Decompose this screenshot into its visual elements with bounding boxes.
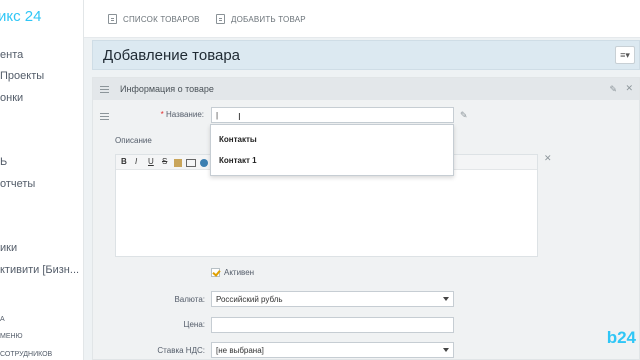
sidebar-small-employees[interactable]: СОТРУДНИКОВ xyxy=(0,351,52,358)
top-bar: СПИСОК ТОВАРОВ ДОБАВИТЬ ТОВАР xyxy=(84,0,640,38)
active-checkbox[interactable] xyxy=(211,268,220,277)
sidebar-item-feed[interactable]: ента xyxy=(0,49,23,61)
price-input[interactable] xyxy=(211,317,454,333)
drag-handle-icon[interactable] xyxy=(100,86,109,95)
paste-icon[interactable] xyxy=(174,159,182,167)
text-cursor-icon: I xyxy=(238,112,241,123)
left-sidebar: икс 24 ента Проекты онки Ь отчеты ики кт… xyxy=(0,0,84,360)
chevron-down-icon xyxy=(443,348,449,352)
page-header: Добавление товара ≡▾ xyxy=(92,40,640,70)
autocomplete-dropdown: Контакты Контакт 1 xyxy=(210,124,454,176)
chevron-down-icon xyxy=(443,297,449,301)
close-icon[interactable]: ✕ xyxy=(625,83,633,94)
vat-label: Ставка НДС: xyxy=(157,346,205,355)
name-input[interactable]: | xyxy=(211,107,454,123)
settings-menu-button[interactable]: ≡▾ xyxy=(615,46,635,64)
edit-pencil-icon[interactable]: ✎ xyxy=(609,84,617,95)
strike-button[interactable]: S xyxy=(162,157,167,166)
section-header: Информация о товаре ✎ ✕ xyxy=(93,78,639,100)
currency-select[interactable]: Российский рубль xyxy=(211,291,454,307)
italic-button[interactable]: I xyxy=(135,157,137,166)
sidebar-small-menu[interactable]: МЕНЮ xyxy=(0,333,23,340)
field-edit-pencil-icon[interactable]: ✎ xyxy=(460,110,468,121)
sidebar-item-6[interactable]: ики xyxy=(0,242,17,254)
underline-button[interactable]: U xyxy=(148,157,154,166)
description-label: Описание xyxy=(115,136,152,145)
link-icon[interactable] xyxy=(200,159,208,167)
active-label: Активен xyxy=(224,268,255,277)
currency-label: Валюта: xyxy=(174,295,205,304)
bold-button[interactable]: B xyxy=(121,157,127,166)
sidebar-small-1[interactable]: А xyxy=(0,316,5,323)
tab-product-list[interactable]: СПИСОК ТОВАРОВ xyxy=(108,14,200,24)
dropdown-item-contacts[interactable]: Контакты xyxy=(219,135,257,144)
list-icon xyxy=(108,14,117,24)
row-drag-handle-icon[interactable] xyxy=(100,113,109,122)
sidebar-item-activities[interactable]: ктивити [Бизн... xyxy=(0,264,79,276)
dropdown-item-contact-1[interactable]: Контакт 1 xyxy=(219,156,257,165)
name-label: * Название: xyxy=(160,110,204,119)
sidebar-item-4[interactable]: Ь xyxy=(0,156,7,168)
sidebar-item-reports[interactable]: отчеты xyxy=(0,178,35,190)
product-info-panel: Информация о товаре ✎ ✕ * Название: | ✎ … xyxy=(92,77,640,360)
page-title: Добавление товара xyxy=(103,47,241,64)
section-title: Информация о товаре xyxy=(120,84,214,94)
vat-select[interactable]: [не выбрана] xyxy=(211,342,454,358)
image-icon[interactable] xyxy=(186,159,196,167)
editor-close-icon[interactable]: ✕ xyxy=(544,153,552,164)
sidebar-item-3[interactable]: онки xyxy=(0,92,23,104)
b24-logo: b24 xyxy=(606,328,636,347)
sidebar-item-projects[interactable]: Проекты xyxy=(0,70,44,82)
bitrix24-logo[interactable]: икс 24 xyxy=(0,8,41,25)
price-label: Цена: xyxy=(183,320,205,329)
tab-add-product[interactable]: ДОБАВИТЬ ТОВАР xyxy=(216,14,306,24)
add-document-icon xyxy=(216,14,225,24)
